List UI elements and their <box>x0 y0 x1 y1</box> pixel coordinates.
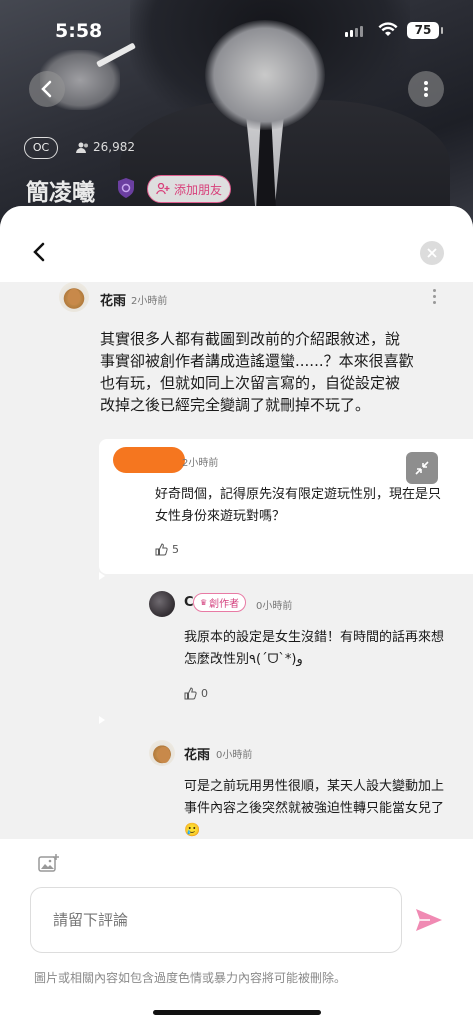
add-image-icon[interactable] <box>38 853 60 873</box>
more-options-button[interactable] <box>408 71 444 107</box>
follower-count: 26,982 <box>76 140 135 154</box>
like-button[interactable]: 5 <box>155 543 179 556</box>
reply-time: 2小時前 <box>182 458 219 469</box>
sheet-header <box>0 206 473 282</box>
verified-shield-icon <box>118 178 134 198</box>
thumbs-up-icon <box>155 543 168 556</box>
reply-time: 0小時前 <box>256 601 293 612</box>
close-icon <box>427 248 437 258</box>
reply-author[interactable]: 花雨 <box>184 744 210 763</box>
thread-arrow <box>99 716 105 724</box>
like-count: 5 <box>172 543 179 556</box>
oc-badge: OC <box>24 137 58 159</box>
avatar[interactable] <box>59 282 89 312</box>
status-time: 5:58 <box>55 20 103 42</box>
status-bar: 5:58 75 <box>0 0 473 62</box>
users-icon <box>76 142 88 153</box>
close-button[interactable] <box>420 241 444 265</box>
add-friend-button[interactable]: 添加朋友 <box>147 175 232 203</box>
crown-icon: ♛ <box>200 598 208 607</box>
collapse-icon <box>415 461 429 475</box>
comment-body: 其實很多人都有截圖到改前的介紹跟敘述，說 事實卻被創作者講成造謠還蠻......… <box>100 330 414 414</box>
creator-badge-label: 創作者 <box>209 599 240 610</box>
comment-composer: 圖片或相關內容如包含過度色情或暴力內容將可能被刪除。 <box>0 839 473 1024</box>
reply-body: 我原本的設定是女生沒錯！有時間的話再來想 怎麼改性別٩(ˊᗜˋ*)و <box>184 630 445 667</box>
wifi-icon <box>378 22 398 36</box>
comment-author[interactable]: 花雨 <box>100 290 126 309</box>
creator-badge: ♛ 創作者 <box>193 593 247 612</box>
collapse-button[interactable] <box>406 452 438 484</box>
home-indicator <box>153 1010 321 1015</box>
reply-body: 好奇問個，記得原先沒有限定遊玩性別，現在是只 女性身份來遊玩對嗎？ <box>155 487 442 524</box>
reply-time: 0小時前 <box>216 750 253 761</box>
avatar[interactable] <box>149 591 175 617</box>
back-button[interactable] <box>29 71 65 107</box>
thumbs-up-icon <box>184 687 197 700</box>
add-user-icon <box>156 183 170 195</box>
avatar[interactable] <box>149 740 175 766</box>
comment-time: 2小時前 <box>131 296 168 307</box>
battery-icon: 75 <box>407 22 443 39</box>
redacted-username <box>113 447 185 473</box>
like-count: 0 <box>201 687 208 700</box>
follower-count-value: 26,982 <box>93 140 135 154</box>
add-friend-label: 添加朋友 <box>174 182 223 197</box>
profile-name: 簡凌曦 <box>26 180 95 206</box>
send-icon[interactable] <box>414 907 444 933</box>
signal-icon <box>345 26 363 37</box>
sheet-back-button[interactable] <box>32 242 46 262</box>
chevron-left-icon <box>41 80 52 98</box>
content-notice: 圖片或相關內容如包含過度色情或暴力內容將可能被刪除。 <box>34 971 347 985</box>
more-vertical-icon <box>424 81 428 97</box>
like-button[interactable]: 0 <box>184 687 208 700</box>
reply-body: 可是之前玩用男性很順，某天人設大變動加上 事件內容之後突然就被強迫性轉只能當女兒… <box>184 779 445 838</box>
comment-more-button[interactable] <box>433 289 437 304</box>
comment-input[interactable] <box>30 887 402 953</box>
